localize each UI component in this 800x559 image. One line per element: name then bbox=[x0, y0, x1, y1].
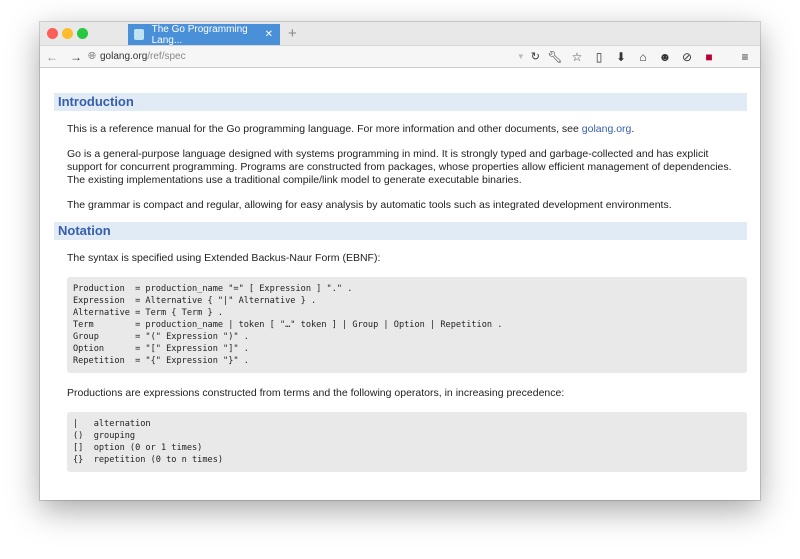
dropdown-icon[interactable]: ▼ bbox=[517, 52, 525, 61]
extension-icon[interactable]: ■ bbox=[698, 50, 720, 64]
paragraph-text: This is a reference manual for the Go pr… bbox=[67, 123, 582, 135]
heading-notation: Notation bbox=[54, 222, 747, 240]
intro-paragraph-1: This is a reference manual for the Go pr… bbox=[54, 123, 747, 136]
globe-icon: 🌐︎ bbox=[88, 51, 96, 62]
browser-window: The Go Programming Lang... ✕ + ← → 🌐︎ go… bbox=[40, 22, 760, 500]
heading-introduction: Introduction bbox=[54, 93, 747, 111]
paragraph-text: . bbox=[631, 123, 635, 135]
back-arrow-icon[interactable]: ← bbox=[40, 50, 64, 64]
close-tab-icon[interactable]: ✕ bbox=[265, 29, 273, 40]
notation-paragraph-2: Productions are expressions constructed … bbox=[67, 387, 565, 399]
nav-toolbar: ← → 🌐︎ golang.org/ref/spec ▼ ↻ 🔧︎ ☆ ▯ ⬇ … bbox=[40, 45, 760, 68]
download-icon[interactable]: ⬇ bbox=[610, 50, 632, 64]
url-bar[interactable]: 🌐︎ golang.org/ref/spec ▼ ↻ bbox=[88, 47, 540, 66]
home-icon[interactable]: ⌂ bbox=[632, 50, 654, 64]
star-icon[interactable]: ☆ bbox=[566, 50, 588, 64]
reload-icon[interactable]: ↻ bbox=[531, 50, 540, 63]
clipboard-icon[interactable]: ▯ bbox=[588, 50, 610, 64]
active-tab[interactable]: The Go Programming Lang... ✕ bbox=[128, 23, 280, 46]
shield-icon[interactable]: ⊘ bbox=[676, 50, 698, 64]
gopher-favicon-icon bbox=[134, 29, 144, 40]
menu-icon[interactable]: ≡ bbox=[734, 50, 756, 64]
page-content: Introduction This is a reference manual … bbox=[40, 93, 760, 472]
url-host: golang.org bbox=[100, 51, 148, 62]
zoom-window-button[interactable] bbox=[77, 28, 88, 39]
notation-paragraph-1: The syntax is specified using Extended B… bbox=[67, 252, 381, 264]
close-window-button[interactable] bbox=[47, 28, 58, 39]
intro-paragraph-3: The grammar is compact and regular, allo… bbox=[67, 199, 672, 211]
chat-icon[interactable]: ☻ bbox=[654, 50, 676, 64]
intro-paragraph-2: Go is a general-purpose language designe… bbox=[67, 148, 732, 186]
ebnf-code-block: Production = production_name "=" [ Expre… bbox=[67, 277, 747, 373]
new-tab-button[interactable]: + bbox=[288, 25, 297, 42]
minimize-window-button[interactable] bbox=[62, 28, 73, 39]
golang-link[interactable]: golang.org bbox=[582, 123, 632, 135]
url-path: /ref/spec bbox=[147, 51, 186, 62]
wrench-icon[interactable]: 🔧︎ bbox=[544, 50, 566, 64]
tab-title: The Go Programming Lang... bbox=[151, 23, 248, 46]
operators-code-block: | alternation () grouping [] option (0 o… bbox=[67, 412, 747, 472]
forward-arrow-icon[interactable]: → bbox=[64, 50, 88, 64]
title-bar: The Go Programming Lang... ✕ + bbox=[40, 22, 760, 46]
